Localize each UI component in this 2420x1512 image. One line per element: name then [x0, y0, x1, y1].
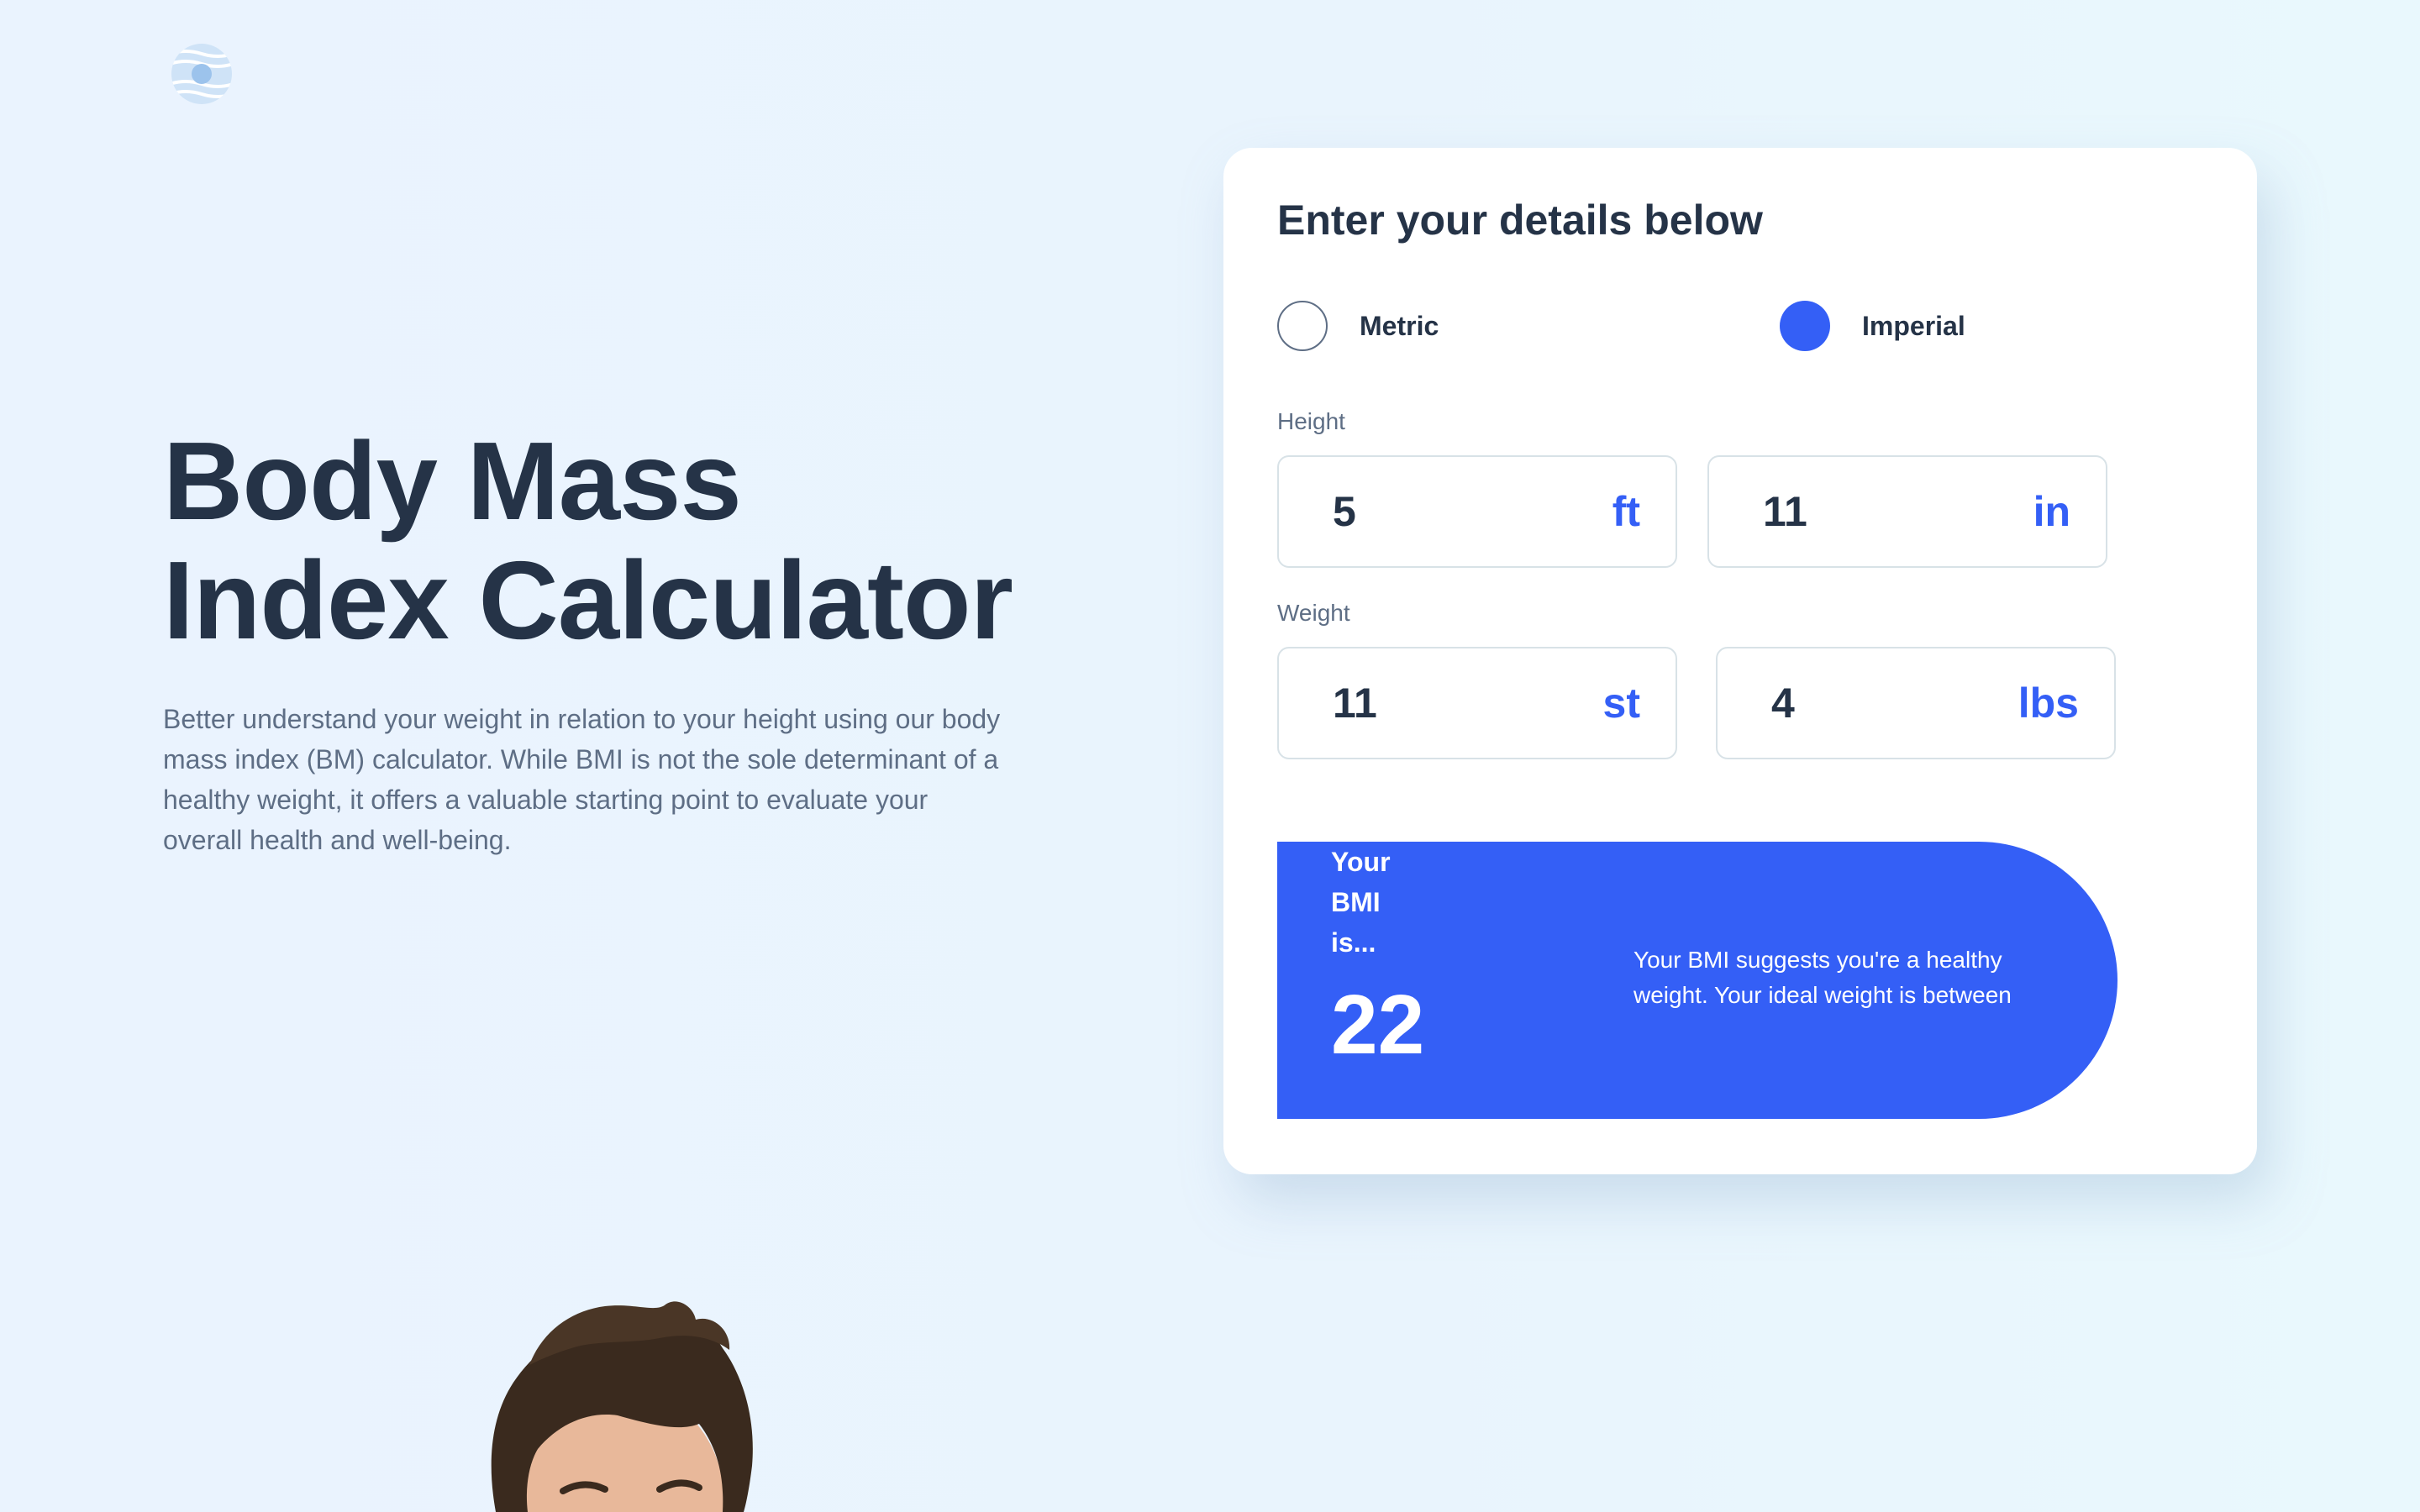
weight-label: Weight: [1277, 600, 1350, 626]
imperial-radio-button[interactable]: [1780, 301, 1830, 351]
weight-stone-input[interactable]: 11 st: [1277, 647, 1677, 759]
bmi-result-description: Your BMI suggests you're a healthy weigh…: [1634, 947, 2012, 1008]
weight-pounds-unit: lbs: [2018, 680, 2079, 727]
page-title-line-1: Body Mass: [163, 419, 742, 543]
weight-stone-value[interactable]: 11: [1333, 679, 1377, 727]
calculator-title: Enter your details below: [1277, 197, 1763, 244]
weight-pounds-value[interactable]: 4: [1771, 679, 1795, 727]
intro-description: Better understand your weight in relatio…: [163, 704, 1001, 855]
height-label: Height: [1277, 408, 1345, 434]
person-photo: [491, 1301, 753, 1512]
bmi-result-heading: Your BMI is...: [1331, 847, 1391, 958]
height-inches-unit: in: [2033, 488, 2070, 535]
striped-globe-logo-icon[interactable]: [170, 42, 234, 106]
bmi-result-value: 22: [1331, 978, 1425, 1072]
weight-pounds-input[interactable]: 4 lbs: [1716, 647, 2116, 759]
bmi-calculator-card: Enter your details below Metric Imperial…: [1223, 148, 2257, 1174]
weight-stone-unit: st: [1602, 680, 1640, 727]
height-feet-input[interactable]: 5 ft: [1277, 455, 1677, 568]
bmi-result-panel: Your BMI is... 22 Your BMI suggests you'…: [1277, 842, 2118, 1119]
metric-radio-option[interactable]: Metric: [1277, 299, 1439, 353]
page-title: Body Mass Index Calculator: [163, 422, 1087, 660]
imperial-radio-label[interactable]: Imperial: [1862, 311, 1965, 342]
metric-radio-button[interactable]: [1277, 301, 1328, 351]
height-inches-input[interactable]: 11 in: [1707, 455, 2107, 568]
metric-radio-label[interactable]: Metric: [1360, 311, 1439, 342]
imperial-radio-option[interactable]: Imperial: [1780, 299, 1965, 353]
height-feet-value[interactable]: 5: [1333, 487, 1356, 536]
page-title-line-2: Index Calculator: [163, 538, 1013, 662]
height-feet-unit: ft: [1612, 488, 1640, 535]
height-inches-value[interactable]: 11: [1763, 487, 1807, 536]
